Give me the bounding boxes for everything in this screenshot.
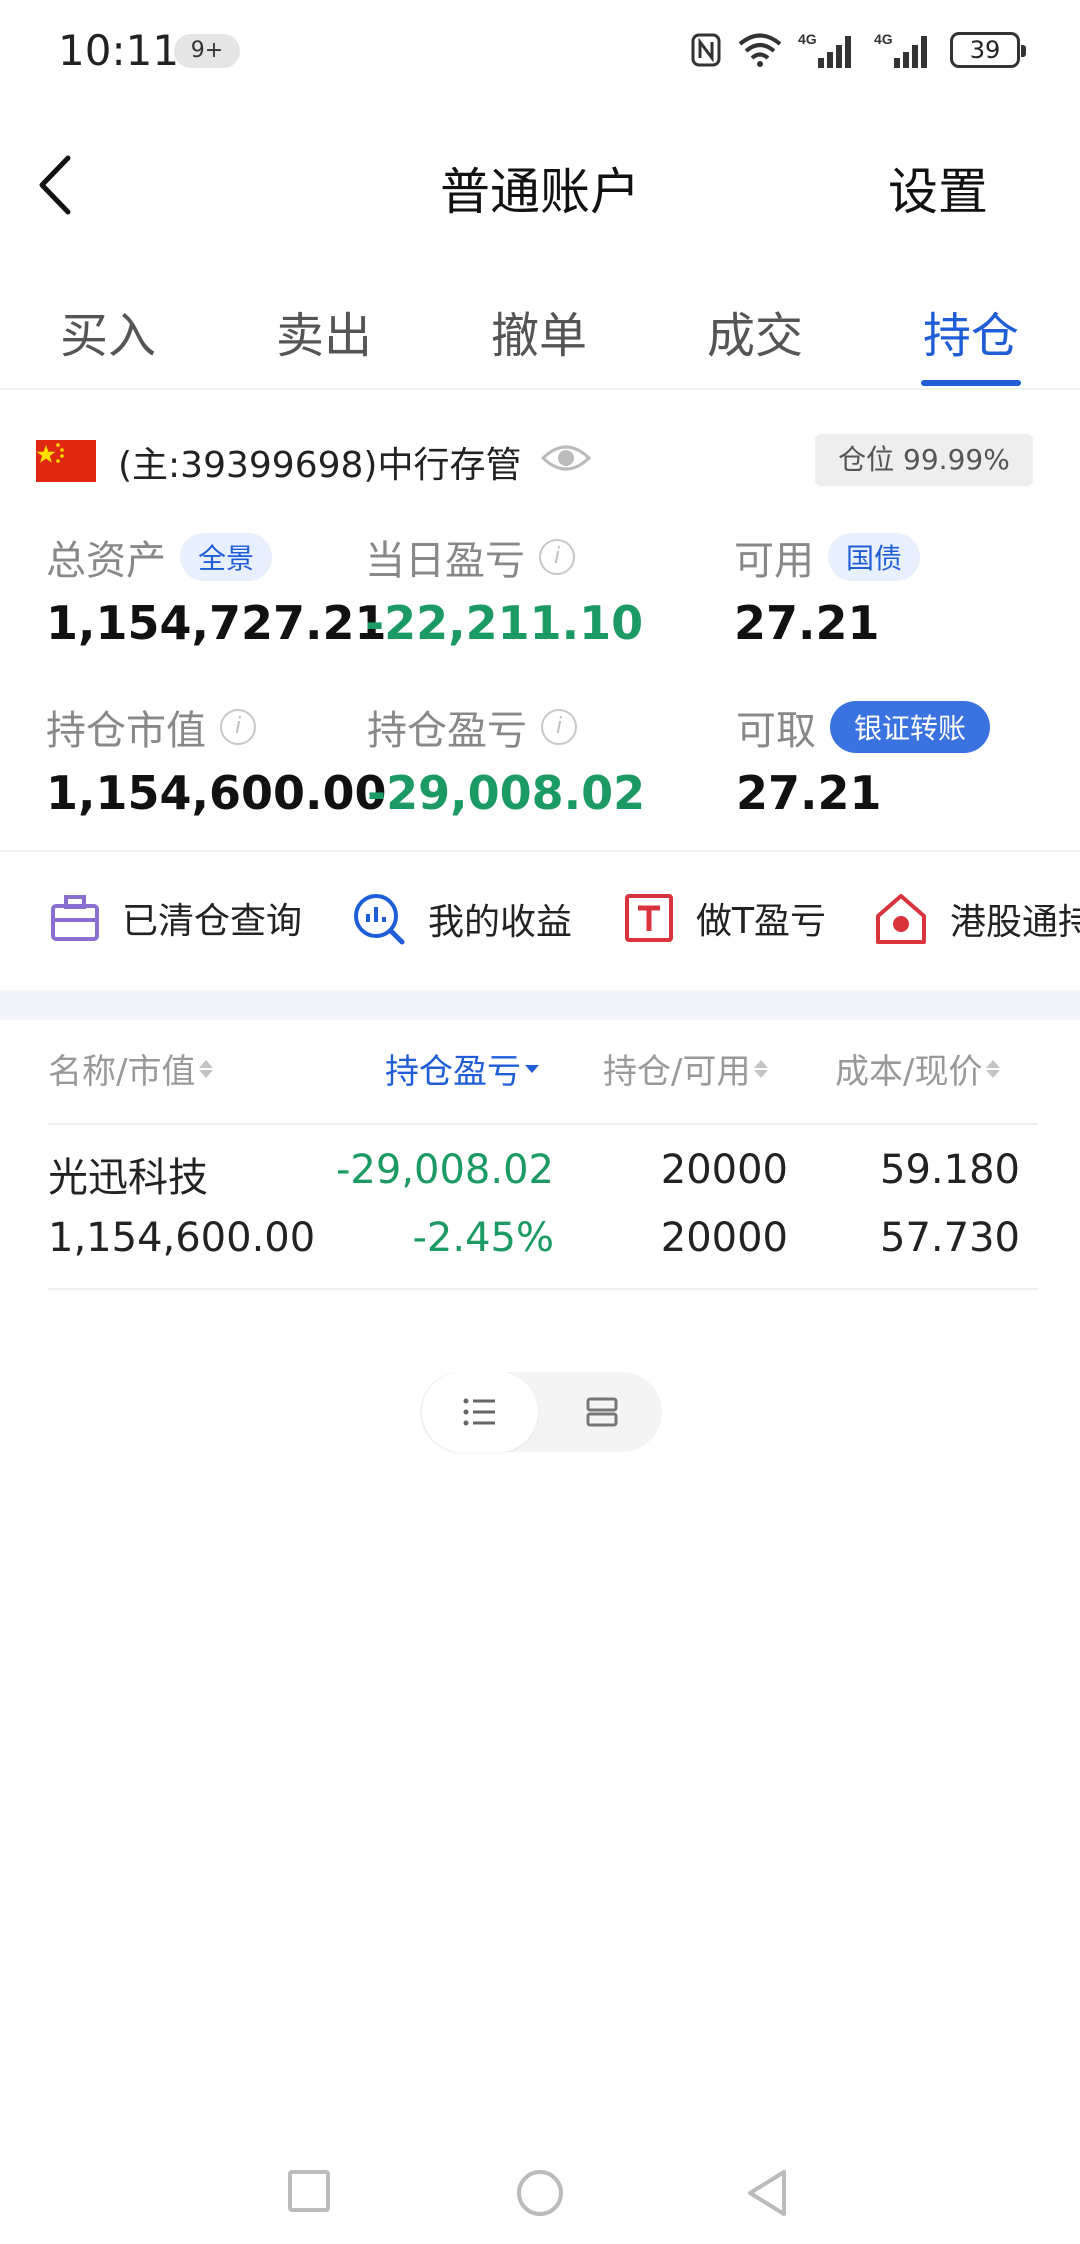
stat-position-pnl: 持仓盈亏 i -29,008.02 [367,698,645,820]
column-header-cost[interactable]: 成本/现价 [835,1044,1001,1093]
svg-text:4G: 4G [874,31,893,47]
stock-name: 光迅科技 [48,1155,208,1201]
column-header-holding[interactable]: 持仓/可用 [603,1044,769,1093]
svg-text:4G: 4G [798,31,817,47]
signal-4g-icon: 4G [798,31,851,68]
available-value: 27.21 [734,596,880,650]
tab-positions[interactable]: 持仓 [901,296,1041,366]
tab-deals[interactable]: 成交 [685,296,825,366]
eye-icon[interactable] [540,438,592,482]
tab-buy[interactable]: 买入 [38,296,178,366]
column-header-name[interactable]: 名称/市值 [48,1044,214,1093]
view-toggle [420,1372,662,1452]
stat-label: 总资产 [46,538,166,584]
china-flag-icon [36,440,96,482]
cost-price: 59.180 [880,1147,1020,1193]
current-price: 57.730 [880,1215,1020,1261]
back-nav-button[interactable] [744,2168,790,2222]
treasury-bond-chip[interactable]: 国债 [828,533,921,581]
divider [0,850,1080,852]
tab-indicator [921,380,1021,386]
briefcase-icon [51,895,99,941]
stat-market-value: 持仓市值 i 1,154,600.00 [46,698,387,820]
total-assets-value: 1,154,727.21 [46,596,387,650]
wifi-icon [738,33,782,67]
column-header-label: 名称/市值 [48,1052,196,1092]
divider [48,1288,1038,1290]
account-name: (主:39399698)中行存管 [118,445,522,486]
list-view-button[interactable] [422,1372,538,1452]
market-value-value: 1,154,600.00 [46,766,387,820]
square-icon [288,2170,330,2212]
withdrawable-value: 27.21 [736,766,882,820]
system-nav-bar [0,2150,1080,2244]
my-earnings-link[interactable]: 我的收益 [352,892,572,946]
hk-house-icon [876,894,926,944]
info-icon[interactable]: i [539,539,575,575]
quick-links: 已清仓查询 我的收益 做T盈亏 港股通持 [0,870,1080,970]
panorama-chip[interactable]: 全景 [180,533,273,581]
stat-label: 持仓市值 [46,708,206,754]
cleared-positions-link[interactable]: 已清仓查询 [50,892,302,944]
recent-apps-button[interactable] [286,2168,332,2218]
triangle-back-icon [748,2170,786,2216]
column-header-pnl[interactable]: 持仓盈亏 [385,1044,539,1093]
bank-transfer-button[interactable]: 银证转账 [830,701,991,753]
table-row[interactable]: 光迅科技 1,154,600.00 -29,008.02 -2.45% 2000… [0,1125,1080,1290]
t-box-icon [625,894,673,942]
card-view-icon [586,1397,618,1427]
sort-icon [986,1059,1001,1078]
tab-bar: 买入 卖出 撤单 成交 持仓 [0,280,1080,390]
stat-available: 可用 国债 27.21 [734,528,921,650]
position-pnl-pct: -2.45% [412,1215,554,1261]
status-icons: 4G 4G 39 [690,28,1026,72]
card-view-button[interactable] [544,1372,660,1452]
stat-total-assets: 总资产 全景 1,154,727.21 [46,528,387,650]
status-time: 10:11 [58,26,180,75]
sort-icon [754,1059,769,1078]
stat-withdrawable: 可取 银证转账 27.21 [736,698,991,820]
battery-icon: 39 [950,32,1026,68]
sort-icon [199,1059,214,1078]
nfc-icon [691,33,721,67]
sort-desc-icon [525,1064,539,1073]
quick-link-label: 港股通持 [950,902,1080,943]
position-ratio-badge: 仓位 99.99% [815,434,1033,486]
market-value: 1,154,600.00 [48,1215,316,1261]
info-icon[interactable]: i [220,709,256,745]
chart-search-icon [354,894,405,945]
quick-link-label: 我的收益 [428,902,573,943]
tab-cancel-order[interactable]: 撤单 [469,296,609,366]
home-button[interactable] [515,2168,565,2222]
quick-link-label: 做T盈亏 [696,901,826,942]
stat-label: 当日盈亏 [365,538,525,584]
available-qty: 20000 [660,1215,788,1261]
column-header-label: 成本/现价 [835,1052,983,1092]
daily-pnl-value: -22,211.10 [365,596,644,650]
holding-qty: 20000 [660,1147,788,1193]
stat-label: 可取 [736,708,816,754]
stat-label: 可用 [734,538,814,584]
account-line: (主:39399698)中行存管 仓位 99.99% [0,430,1080,490]
signal-4g-icon: 4G [874,31,927,68]
t-trade-pnl-link[interactable]: 做T盈亏 [624,892,826,944]
circle-icon [517,2170,563,2216]
section-separator [0,990,1080,1020]
list-icon [463,1398,495,1426]
stat-daily-pnl: 当日盈亏 i -22,211.10 [365,528,643,650]
column-header-label: 持仓/可用 [603,1052,751,1092]
stat-label: 持仓盈亏 [367,708,527,754]
settings-button[interactable]: 设置 [888,152,988,224]
hk-connect-link[interactable]: 港股通持 [874,892,1080,946]
info-icon[interactable]: i [541,709,577,745]
status-bar: 10:11 9+ 4G 4G 39 [0,0,1080,100]
table-header: 名称/市值 持仓盈亏 持仓/可用 成本/现价 [0,1030,1080,1125]
quick-link-label: 已清仓查询 [122,901,303,942]
header: 普通账户 设置 [0,130,1080,240]
notification-badge: 9+ [174,34,240,68]
tab-sell[interactable]: 卖出 [254,296,394,366]
position-pnl-value: -29,008.02 [367,766,646,820]
column-header-label: 持仓盈亏 [385,1052,521,1092]
position-pnl: -29,008.02 [335,1147,554,1193]
